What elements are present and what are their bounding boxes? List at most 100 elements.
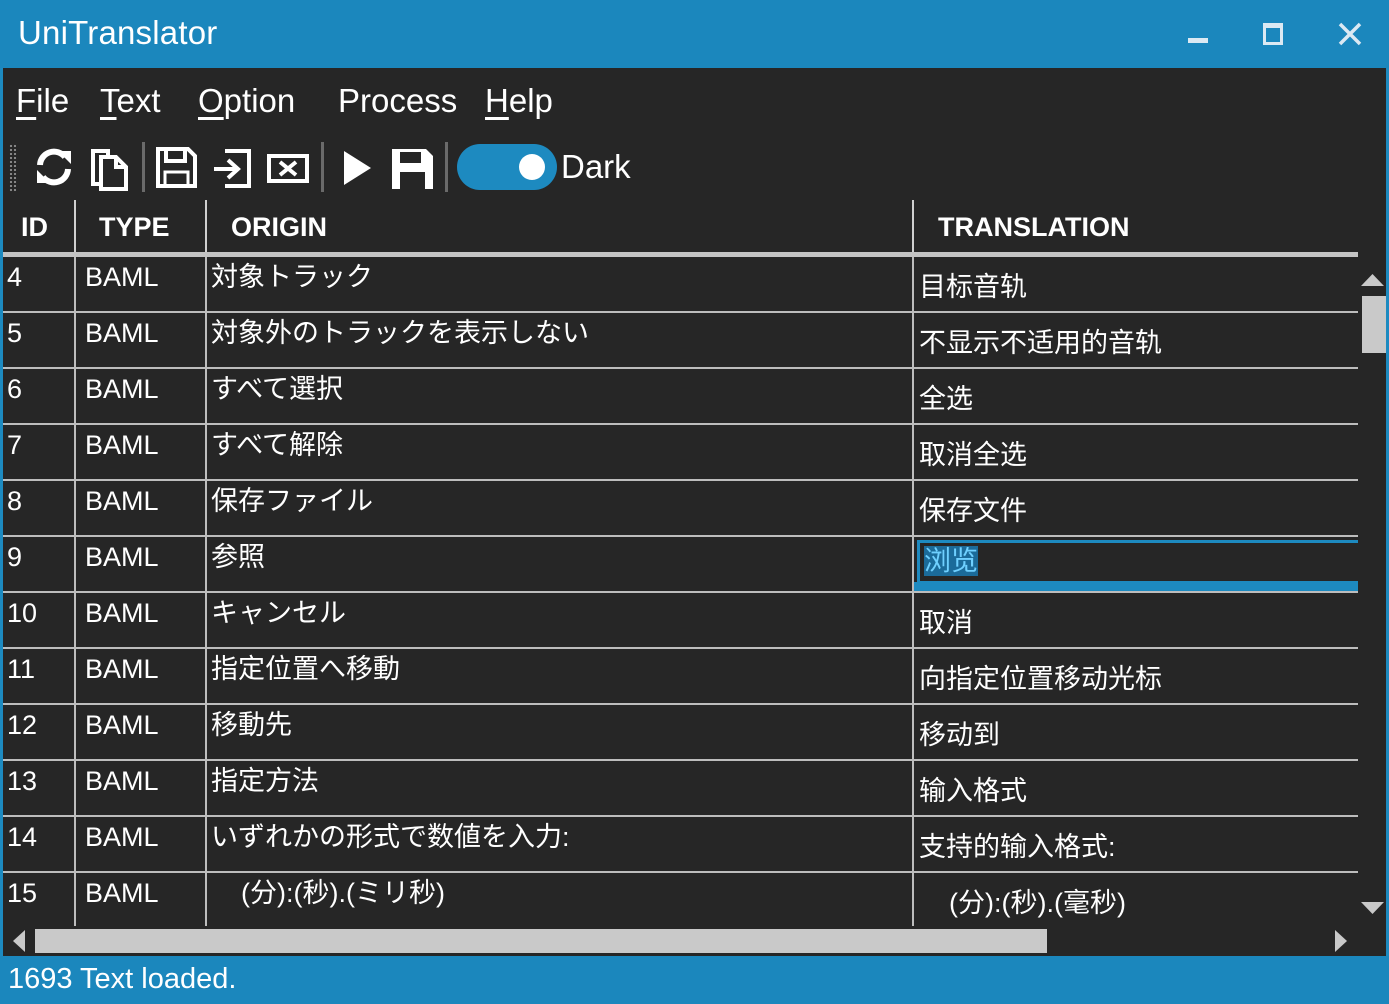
cell-id: 13 [7,766,38,796]
scroll-right-icon[interactable] [1331,926,1351,956]
menu-bar: File Text Option Process Help [3,68,1386,132]
cell-id: 5 [7,318,23,348]
cell-translation[interactable]: 取消 [912,593,1358,647]
column-header-type[interactable]: TYPE [74,200,205,252]
scroll-left-icon[interactable] [9,926,29,956]
table-row[interactable]: 10 BAML キャンセル 取消 [3,593,1358,649]
cell-id: 6 [7,374,23,404]
import-button[interactable] [209,142,255,192]
save-button[interactable] [153,142,199,192]
import-icon [214,149,251,188]
run-icon [344,151,371,185]
cell-origin: すべて解除 [205,425,916,479]
cell-translation[interactable]: 输入格式 [912,761,1358,815]
cell-origin: すべて選択 [205,369,916,423]
cell-origin: 対象外のトラックを表示しない [205,313,916,367]
status-bar: 1693 Text loaded. [0,956,1389,1004]
table-row[interactable]: 12 BAML 移動先 移动到 [3,705,1358,761]
selected-text: 浏览 [924,546,978,576]
cell-id: 9 [7,542,23,572]
table-row-selected[interactable]: 9 BAML 参照 浏览 [3,537,1358,593]
vertical-scrollbar[interactable] [1359,268,1386,924]
column-header-translation[interactable]: TRANSLATION [912,200,1358,252]
cell-origin: キャンセル [205,593,916,647]
save-filled-icon [392,149,433,189]
cell-id: 12 [7,710,38,740]
table-row[interactable]: 7 BAML すべて解除 取消全选 [3,425,1358,481]
cell-id: 7 [7,430,23,460]
scroll-up-icon[interactable] [1359,268,1386,290]
menu-text[interactable]: Text [100,82,161,120]
cell-origin: 参照 [205,537,916,591]
maximize-button[interactable] [1250,14,1296,54]
menu-file[interactable]: File [16,82,69,120]
table-row[interactable]: 15 BAML (分):(秒).(ミリ秒) (分):(秒).(毫秒) [3,873,1358,926]
minimize-icon [1188,38,1208,43]
toolbar: Dark [3,134,1386,200]
cell-translation[interactable]: (分):(秒).(毫秒) [912,873,1358,926]
table-row[interactable]: 4 BAML 対象トラック 目标音轨 [3,257,1358,313]
cell-type: BAML [74,873,213,926]
close-button[interactable] [1328,14,1374,54]
table-row[interactable]: 11 BAML 指定位置へ移動 向指定位置移动光标 [3,649,1358,705]
clear-button[interactable] [265,142,311,192]
cell-id: 8 [7,486,23,516]
title-bar[interactable]: UniTranslator [0,0,1389,68]
theme-toggle[interactable] [457,144,557,190]
cell-type: BAML [74,649,213,703]
copy-button[interactable] [87,142,133,192]
table-row[interactable]: 8 BAML 保存ファイル 保存文件 [3,481,1358,537]
menu-help[interactable]: Help [485,82,553,120]
cell-translation-editing[interactable]: 浏览 [912,537,1358,591]
horizontal-scrollbar[interactable] [3,926,1358,956]
menu-option[interactable]: Option [198,82,295,120]
status-text: 1693 Text loaded. [8,963,237,995]
cell-translation[interactable]: 不显示不适用的音轨 [912,313,1358,367]
table-row[interactable]: 14 BAML いずれかの形式で数値を入力: 支持的输入格式: [3,817,1358,873]
main-content: File Text Option Process Help Dark ID TY… [3,68,1386,956]
cell-translation[interactable]: 保存文件 [912,481,1358,535]
scroll-down-icon[interactable] [1359,898,1386,920]
grid-header: ID TYPE ORIGIN TRANSLATION [3,200,1358,257]
cell-translation[interactable]: 目标音轨 [912,257,1358,311]
cell-id: 15 [7,878,38,908]
column-header-origin[interactable]: ORIGIN [205,200,912,252]
toolbar-grip[interactable] [9,144,17,192]
table-row[interactable]: 5 BAML 対象外のトラックを表示しない 不显示不适用的音轨 [3,313,1358,369]
translation-edit-field[interactable]: 浏览 [917,540,1358,584]
cell-id: 14 [7,822,38,852]
translation-grid: ID TYPE ORIGIN TRANSLATION 4 BAML 対象トラック… [3,200,1358,926]
cell-type: BAML [74,761,213,815]
cell-type: BAML [74,257,213,311]
cell-origin: (分):(秒).(ミリ秒) [205,873,916,926]
cell-type: BAML [74,537,213,591]
refresh-button[interactable] [31,142,77,192]
cell-id: 11 [7,654,36,684]
column-header-id[interactable]: ID [3,200,74,252]
vertical-scroll-thumb[interactable] [1362,296,1386,353]
cell-translation[interactable]: 取消全选 [912,425,1358,479]
copy-icon [91,149,128,191]
cell-type: BAML [74,425,213,479]
cell-origin: 指定位置へ移動 [205,649,916,703]
menu-process[interactable]: Process [338,82,457,120]
cell-id: 4 [7,262,23,292]
refresh-icon [37,148,71,186]
minimize-button[interactable] [1176,14,1222,54]
cell-type: BAML [74,313,213,367]
table-row[interactable]: 13 BAML 指定方法 输入格式 [3,761,1358,817]
cell-translation[interactable]: 移动到 [912,705,1358,759]
table-row[interactable]: 6 BAML すべて選択 全选 [3,369,1358,425]
cell-origin: 指定方法 [205,761,916,815]
run-button[interactable] [333,142,379,192]
cell-translation[interactable]: 向指定位置移动光标 [912,649,1358,703]
horizontal-scroll-thumb[interactable] [35,929,1047,953]
selection-highlight [914,582,1358,591]
cell-translation[interactable]: 全选 [912,369,1358,423]
cell-translation[interactable]: 支持的输入格式: [912,817,1358,871]
maximize-icon [1263,23,1283,45]
save-all-button[interactable] [389,142,435,192]
toggle-knob [519,154,545,180]
cell-type: BAML [74,481,213,535]
clear-icon [267,154,309,183]
